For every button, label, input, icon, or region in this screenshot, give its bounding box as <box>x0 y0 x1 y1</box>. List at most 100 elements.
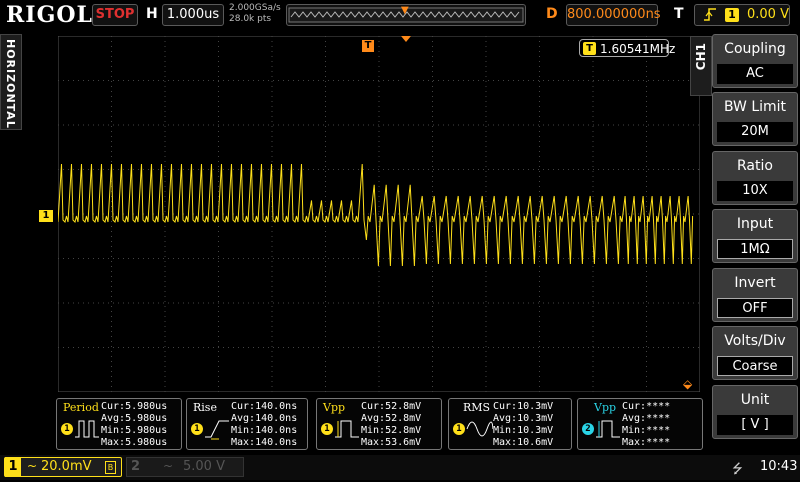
measurement-channel-badge: 1 <box>321 423 333 435</box>
trigger-position-icon: ▼ <box>401 5 409 16</box>
max-value: Max:140.0ns <box>231 437 298 448</box>
measurement-values: Cur:**** Avg:**** Min:**** Max:**** <box>622 401 670 449</box>
min-value: Min:**** <box>622 425 671 436</box>
delay-label: D <box>546 6 558 22</box>
max-value: Max:53.6mV <box>361 437 422 448</box>
measurement-name: Vpp <box>594 401 617 414</box>
sample-rate: 2.000GSa/s <box>229 3 281 13</box>
measurement-values: Cur:52.8mV Avg:52.8mV Min:52.8mV Max:53.6mV <box>361 401 421 449</box>
menu-item-label: Input <box>736 216 774 232</box>
avg-value: Avg:52.8mV <box>361 413 422 424</box>
cur-value: Cur:10.3mV <box>493 401 554 412</box>
ch1-offset-marker[interactable]: 1 <box>39 210 53 222</box>
counter-value: 1.60541MHz <box>600 42 676 56</box>
menu-item-value: Coarse <box>717 356 793 376</box>
clock: 10:43 <box>760 459 798 474</box>
ac-coupling-icon: ~ <box>163 459 174 473</box>
usb-icon: ⭍ <box>732 462 743 477</box>
ch2-number: 2 <box>131 459 141 474</box>
measurement-values: Cur:10.3mV Avg:10.3mV Min:10.3mV Max:10.6mV <box>493 401 553 449</box>
rms-sine-icon <box>466 421 493 437</box>
menu-item-value: 10X <box>717 181 793 201</box>
menu-item-label: Invert <box>734 275 776 291</box>
horizontal-tab-label: HORIZONTAL <box>4 39 17 129</box>
acquisition-info: 2.000GSa/s 28.0k pts <box>229 3 281 25</box>
ch1-scale: 20.0mV <box>41 459 92 474</box>
measurement-period[interactable]: Period 1 Cur:5.980us Avg:5.980us Min:5.980… <box>56 398 182 450</box>
measurement-channel-badge: 1 <box>453 423 465 435</box>
waveform-display[interactable] <box>58 36 700 392</box>
ch1-status[interactable]: 1 ~ 20.0mV B <box>4 457 122 477</box>
vpp-icon <box>335 420 359 438</box>
trigger-source-badge: 1 <box>725 8 739 22</box>
cur-value: Cur:140.0ns <box>231 401 298 412</box>
menu-item-value: [ V ] <box>717 415 793 435</box>
menu-item-value: AC <box>717 64 793 84</box>
menu-item-value: 20M <box>717 122 793 142</box>
menu-bw-limit[interactable]: BW Limit 20M <box>712 92 798 146</box>
trigger-level-marker-icon: ⬙ <box>683 377 693 391</box>
menu-item-label: Coupling <box>724 41 786 57</box>
min-value: Min:5.980us <box>101 425 168 436</box>
min-value: Min:140.0ns <box>231 425 298 436</box>
measurement-channel-badge: 1 <box>61 423 73 435</box>
cur-value: Cur:**** <box>622 401 671 412</box>
timebase-value[interactable]: 1.000us <box>162 4 224 26</box>
measurement-name: Vpp <box>323 401 346 414</box>
min-value: Min:52.8mV <box>361 425 422 436</box>
avg-value: Avg:10.3mV <box>493 413 554 424</box>
counter-t-badge: T <box>583 42 596 55</box>
menu-item-label: Volts/Div <box>724 333 786 349</box>
measurement-channel-badge: 2 <box>582 423 594 435</box>
ch2-scale: 5.00 V <box>183 459 225 474</box>
menu-unit[interactable]: Unit [ V ] <box>712 385 798 439</box>
top-status-bar: RIGOL STOP H 1.000us 2.000GSa/s 28.0k pt… <box>0 0 800 32</box>
vpp-icon <box>596 420 620 438</box>
bw-limit-icon: B <box>105 461 116 474</box>
rise-time-icon <box>205 420 229 440</box>
trigger-settings[interactable]: 1 0.00 V <box>694 4 790 26</box>
measurement-vpp-ch1[interactable]: Vpp 1 Cur:52.8mV Avg:52.8mV Min:52.8mV Max:… <box>316 398 442 450</box>
trigger-level: 0.00 V <box>747 7 789 22</box>
horizontal-delay-value[interactable]: 800.000000ns <box>566 4 661 26</box>
horizontal-menu-tab[interactable]: HORIZONTAL <box>0 34 22 130</box>
rising-edge-icon <box>703 5 717 32</box>
menu-volts-div[interactable]: Volts/Div Coarse <box>712 326 798 380</box>
avg-value: Avg:5.980us <box>101 413 168 424</box>
ac-coupling-icon: ~ <box>27 459 38 473</box>
brand-logo: RIGOL <box>6 2 93 28</box>
menu-ratio[interactable]: Ratio 10X <box>712 151 798 205</box>
memory-depth: 28.0k pts <box>229 14 272 24</box>
ch2-status[interactable]: 2 ~ 5.00 V <box>126 457 244 477</box>
ch1-tab-label: CH1 <box>694 43 708 71</box>
max-value: Max:5.980us <box>101 437 168 448</box>
menu-invert[interactable]: Invert OFF <box>712 268 798 322</box>
measurement-channel-badge: 1 <box>191 423 203 435</box>
measurement-values: Cur:5.980us Avg:5.980us Min:5.980us Max:5.9… <box>101 401 167 449</box>
measurement-rise[interactable]: Rise 1 Cur:140.0ns Avg:140.0ns Min:140.0ns… <box>186 398 308 450</box>
measurement-name: Period <box>63 401 99 414</box>
min-value: Min:10.3mV <box>493 425 554 436</box>
menu-item-label: BW Limit <box>723 99 787 115</box>
menu-coupling[interactable]: Coupling AC <box>712 34 798 88</box>
avg-value: Avg:140.0ns <box>231 413 298 424</box>
measurement-name: RMS <box>463 401 491 414</box>
max-value: Max:10.6mV <box>493 437 554 448</box>
measurement-rms[interactable]: RMS 1 Cur:10.3mV Avg:10.3mV Min:10.3mV Max:… <box>448 398 572 450</box>
frequency-counter: T 1.60541MHz <box>579 39 675 57</box>
cur-value: Cur:5.980us <box>101 401 168 412</box>
memory-overview-bar[interactable]: ▼ <box>286 4 526 26</box>
menu-input[interactable]: Input 1MΩ <box>712 209 798 263</box>
avg-value: Avg:**** <box>622 413 671 424</box>
menu-item-label: Unit <box>740 392 770 408</box>
ch1-menu-tab[interactable]: CH1 <box>690 36 712 96</box>
trigger-t-marker: T <box>362 40 374 52</box>
ch1-number: 1 <box>5 457 21 477</box>
measurement-vpp-ch2[interactable]: Vpp 2 Cur:**** Avg:**** Min:**** Max:**** <box>577 398 703 450</box>
trigger-label: T <box>674 6 684 22</box>
max-value: Max:**** <box>622 437 671 448</box>
bottom-status-bar: 1 ~ 20.0mV B 2 ~ 5.00 V ⭍ 10:43 <box>0 455 800 480</box>
run-stop-indicator[interactable]: STOP <box>92 4 138 26</box>
menu-item-value: 1MΩ <box>717 239 793 259</box>
measurement-name: Rise <box>193 401 217 414</box>
